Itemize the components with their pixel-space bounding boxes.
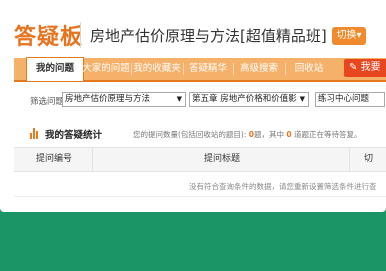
- dropdown-arrow-icon: ▼: [176, 95, 182, 103]
- chapter-select[interactable]: 第五章 房地产价格和价值影 ▼: [189, 92, 309, 107]
- filter-label: 筛选问题: [30, 97, 65, 107]
- header: 答疑板 房地产估价原理与方法[超值精品班] 切换▾: [0, 0, 386, 56]
- stats-desc-prefix: 您的提问数量(包括回收站的题目):: [133, 130, 249, 139]
- pencil-icon: ✎: [349, 62, 361, 73]
- tab-recycle-bin[interactable]: 回收站: [286, 58, 332, 80]
- background-band: [0, 212, 386, 271]
- course-select-value: 房地产估价原理与方法: [65, 94, 151, 104]
- chapter-select-value: 第五章 房地产价格和价值影: [192, 94, 297, 104]
- source-select[interactable]: 练习中心问题: [315, 92, 385, 107]
- column-question-id[interactable]: 提问编号: [36, 148, 72, 171]
- stats-description: 您的提问数量(包括回收站的题目): 0题，其中 0 道题正在等待答复。: [133, 129, 361, 140]
- bar-chart-icon: [30, 128, 41, 139]
- stats-title: 我的答疑统计: [45, 130, 103, 141]
- column-separator: [92, 148, 93, 171]
- empty-table-message: 没有符合查询条件的数据，请您重新设置筛选条件进行查: [189, 182, 377, 191]
- stats-desc-suffix: 道题正在等待答复。: [291, 130, 362, 139]
- dropdown-arrow-icon: ▼: [299, 95, 305, 103]
- tab-favorites[interactable]: 我的收藏夹: [132, 58, 182, 80]
- tab-everyone-questions[interactable]: 大家的问题: [82, 58, 130, 80]
- column-question-title[interactable]: 提问标题: [204, 148, 240, 171]
- main-nav: 我的问题 大家的问题 我的收藏夹 答疑精华 高级搜索 回收站 ✎ 我要: [14, 57, 386, 82]
- tab-best-answers[interactable]: 答疑精华: [184, 58, 232, 80]
- logo: 答疑板: [14, 24, 84, 50]
- questions-table-header: 提问编号 提问标题 切: [14, 148, 386, 172]
- ask-question-button[interactable]: ✎ 我要: [344, 59, 386, 77]
- header-divider: [80, 22, 81, 48]
- tab-my-questions[interactable]: 我的问题: [26, 57, 84, 81]
- table-row-divider: [14, 196, 386, 197]
- stats-desc-mid: 题，其中: [253, 130, 287, 139]
- tab-advanced-search[interactable]: 高级搜索: [234, 58, 284, 80]
- column-separator: [349, 148, 350, 171]
- source-select-value: 练习中心问题: [318, 94, 370, 104]
- switch-course-button[interactable]: 切换▾: [332, 27, 366, 45]
- course-title: 房地产估价原理与方法[超值精品班]: [90, 27, 327, 45]
- answer-board-panel: 答疑板 房地产估价原理与方法[超值精品班] 切换▾ 我的问题 大家的问题 我的收…: [0, 0, 386, 212]
- course-select[interactable]: 房地产估价原理与方法 ▼: [62, 92, 186, 107]
- ask-button-label: 我要: [360, 62, 381, 73]
- column-switch[interactable]: 切: [364, 148, 373, 171]
